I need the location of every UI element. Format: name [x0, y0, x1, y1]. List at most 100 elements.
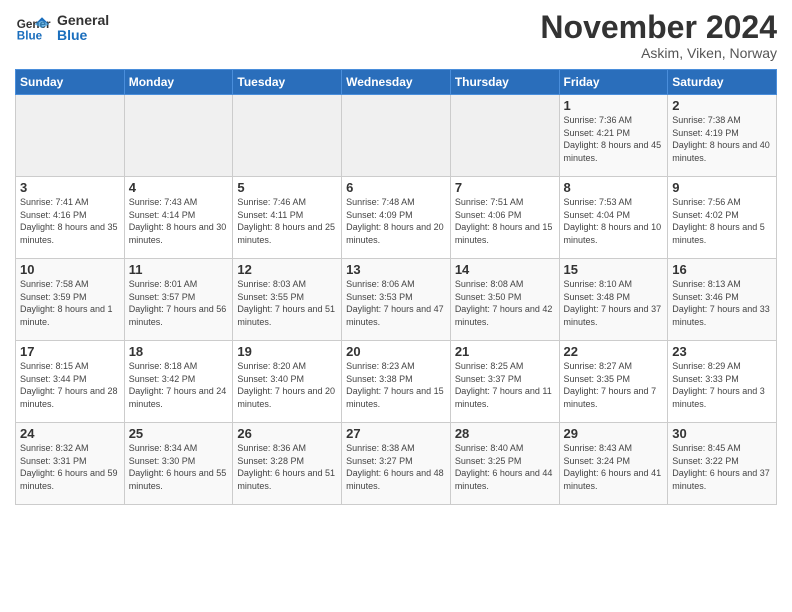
calendar-cell: 30Sunrise: 8:45 AMSunset: 3:22 PMDayligh… [668, 423, 777, 505]
day-number: 19 [237, 344, 337, 359]
page-header: General Blue General Blue November 2024 … [15, 10, 777, 61]
day-number: 21 [455, 344, 555, 359]
header-thursday: Thursday [450, 70, 559, 95]
day-number: 11 [129, 262, 229, 277]
calendar-week-5: 24Sunrise: 8:32 AMSunset: 3:31 PMDayligh… [16, 423, 777, 505]
day-info: Sunrise: 8:43 AMSunset: 3:24 PMDaylight:… [564, 442, 664, 492]
day-info: Sunrise: 7:43 AMSunset: 4:14 PMDaylight:… [129, 196, 229, 246]
day-info: Sunrise: 8:27 AMSunset: 3:35 PMDaylight:… [564, 360, 664, 410]
calendar-week-4: 17Sunrise: 8:15 AMSunset: 3:44 PMDayligh… [16, 341, 777, 423]
day-number: 22 [564, 344, 664, 359]
day-info: Sunrise: 7:46 AMSunset: 4:11 PMDaylight:… [237, 196, 337, 246]
day-number: 27 [346, 426, 446, 441]
calendar-cell [450, 95, 559, 177]
calendar-cell: 4Sunrise: 7:43 AMSunset: 4:14 PMDaylight… [124, 177, 233, 259]
calendar-week-1: 1Sunrise: 7:36 AMSunset: 4:21 PMDaylight… [16, 95, 777, 177]
day-info: Sunrise: 8:36 AMSunset: 3:28 PMDaylight:… [237, 442, 337, 492]
calendar-cell: 22Sunrise: 8:27 AMSunset: 3:35 PMDayligh… [559, 341, 668, 423]
header-sunday: Sunday [16, 70, 125, 95]
calendar-cell: 7Sunrise: 7:51 AMSunset: 4:06 PMDaylight… [450, 177, 559, 259]
calendar-cell: 5Sunrise: 7:46 AMSunset: 4:11 PMDaylight… [233, 177, 342, 259]
calendar-week-3: 10Sunrise: 7:58 AMSunset: 3:59 PMDayligh… [16, 259, 777, 341]
calendar-cell: 1Sunrise: 7:36 AMSunset: 4:21 PMDaylight… [559, 95, 668, 177]
header-saturday: Saturday [668, 70, 777, 95]
calendar-cell: 19Sunrise: 8:20 AMSunset: 3:40 PMDayligh… [233, 341, 342, 423]
calendar-cell: 12Sunrise: 8:03 AMSunset: 3:55 PMDayligh… [233, 259, 342, 341]
day-info: Sunrise: 8:29 AMSunset: 3:33 PMDaylight:… [672, 360, 772, 410]
calendar-week-2: 3Sunrise: 7:41 AMSunset: 4:16 PMDaylight… [16, 177, 777, 259]
calendar-cell: 3Sunrise: 7:41 AMSunset: 4:16 PMDaylight… [16, 177, 125, 259]
calendar-header-row: Sunday Monday Tuesday Wednesday Thursday… [16, 70, 777, 95]
calendar-cell: 29Sunrise: 8:43 AMSunset: 3:24 PMDayligh… [559, 423, 668, 505]
day-info: Sunrise: 8:01 AMSunset: 3:57 PMDaylight:… [129, 278, 229, 328]
day-info: Sunrise: 7:56 AMSunset: 4:02 PMDaylight:… [672, 196, 772, 246]
day-info: Sunrise: 8:40 AMSunset: 3:25 PMDaylight:… [455, 442, 555, 492]
calendar-cell: 24Sunrise: 8:32 AMSunset: 3:31 PMDayligh… [16, 423, 125, 505]
day-info: Sunrise: 8:38 AMSunset: 3:27 PMDaylight:… [346, 442, 446, 492]
day-info: Sunrise: 8:34 AMSunset: 3:30 PMDaylight:… [129, 442, 229, 492]
calendar-cell: 15Sunrise: 8:10 AMSunset: 3:48 PMDayligh… [559, 259, 668, 341]
day-number: 26 [237, 426, 337, 441]
day-info: Sunrise: 8:32 AMSunset: 3:31 PMDaylight:… [20, 442, 120, 492]
day-number: 8 [564, 180, 664, 195]
day-number: 12 [237, 262, 337, 277]
day-number: 20 [346, 344, 446, 359]
day-number: 23 [672, 344, 772, 359]
calendar-cell: 18Sunrise: 8:18 AMSunset: 3:42 PMDayligh… [124, 341, 233, 423]
calendar-cell: 21Sunrise: 8:25 AMSunset: 3:37 PMDayligh… [450, 341, 559, 423]
header-wednesday: Wednesday [342, 70, 451, 95]
day-info: Sunrise: 7:36 AMSunset: 4:21 PMDaylight:… [564, 114, 664, 164]
day-number: 3 [20, 180, 120, 195]
calendar-cell [342, 95, 451, 177]
day-info: Sunrise: 7:38 AMSunset: 4:19 PMDaylight:… [672, 114, 772, 164]
calendar-cell: 23Sunrise: 8:29 AMSunset: 3:33 PMDayligh… [668, 341, 777, 423]
day-number: 10 [20, 262, 120, 277]
location: Askim, Viken, Norway [540, 45, 777, 61]
day-info: Sunrise: 8:10 AMSunset: 3:48 PMDaylight:… [564, 278, 664, 328]
day-number: 7 [455, 180, 555, 195]
header-tuesday: Tuesday [233, 70, 342, 95]
day-number: 9 [672, 180, 772, 195]
day-info: Sunrise: 8:13 AMSunset: 3:46 PMDaylight:… [672, 278, 772, 328]
day-info: Sunrise: 7:48 AMSunset: 4:09 PMDaylight:… [346, 196, 446, 246]
day-number: 16 [672, 262, 772, 277]
day-number: 24 [20, 426, 120, 441]
calendar-cell: 17Sunrise: 8:15 AMSunset: 3:44 PMDayligh… [16, 341, 125, 423]
day-number: 5 [237, 180, 337, 195]
day-number: 15 [564, 262, 664, 277]
logo-line2: Blue [57, 28, 109, 43]
day-number: 13 [346, 262, 446, 277]
day-number: 25 [129, 426, 229, 441]
day-info: Sunrise: 8:06 AMSunset: 3:53 PMDaylight:… [346, 278, 446, 328]
day-number: 14 [455, 262, 555, 277]
day-info: Sunrise: 8:45 AMSunset: 3:22 PMDaylight:… [672, 442, 772, 492]
calendar-cell: 6Sunrise: 7:48 AMSunset: 4:09 PMDaylight… [342, 177, 451, 259]
calendar-cell: 28Sunrise: 8:40 AMSunset: 3:25 PMDayligh… [450, 423, 559, 505]
calendar-cell [124, 95, 233, 177]
calendar-table: Sunday Monday Tuesday Wednesday Thursday… [15, 69, 777, 505]
day-info: Sunrise: 8:03 AMSunset: 3:55 PMDaylight:… [237, 278, 337, 328]
day-info: Sunrise: 7:53 AMSunset: 4:04 PMDaylight:… [564, 196, 664, 246]
day-info: Sunrise: 8:15 AMSunset: 3:44 PMDaylight:… [20, 360, 120, 410]
calendar-cell: 10Sunrise: 7:58 AMSunset: 3:59 PMDayligh… [16, 259, 125, 341]
calendar-cell: 20Sunrise: 8:23 AMSunset: 3:38 PMDayligh… [342, 341, 451, 423]
day-number: 28 [455, 426, 555, 441]
calendar-cell: 27Sunrise: 8:38 AMSunset: 3:27 PMDayligh… [342, 423, 451, 505]
calendar-cell: 16Sunrise: 8:13 AMSunset: 3:46 PMDayligh… [668, 259, 777, 341]
day-number: 4 [129, 180, 229, 195]
calendar-cell: 11Sunrise: 8:01 AMSunset: 3:57 PMDayligh… [124, 259, 233, 341]
day-number: 18 [129, 344, 229, 359]
day-number: 30 [672, 426, 772, 441]
calendar-cell: 26Sunrise: 8:36 AMSunset: 3:28 PMDayligh… [233, 423, 342, 505]
calendar-cell: 9Sunrise: 7:56 AMSunset: 4:02 PMDaylight… [668, 177, 777, 259]
title-block: November 2024 Askim, Viken, Norway [540, 10, 777, 61]
calendar-cell: 13Sunrise: 8:06 AMSunset: 3:53 PMDayligh… [342, 259, 451, 341]
calendar-cell: 25Sunrise: 8:34 AMSunset: 3:30 PMDayligh… [124, 423, 233, 505]
calendar-cell: 8Sunrise: 7:53 AMSunset: 4:04 PMDaylight… [559, 177, 668, 259]
calendar-cell [16, 95, 125, 177]
day-number: 1 [564, 98, 664, 113]
logo-icon: General Blue [15, 10, 51, 46]
day-info: Sunrise: 8:25 AMSunset: 3:37 PMDaylight:… [455, 360, 555, 410]
calendar-cell: 14Sunrise: 8:08 AMSunset: 3:50 PMDayligh… [450, 259, 559, 341]
calendar-cell [233, 95, 342, 177]
